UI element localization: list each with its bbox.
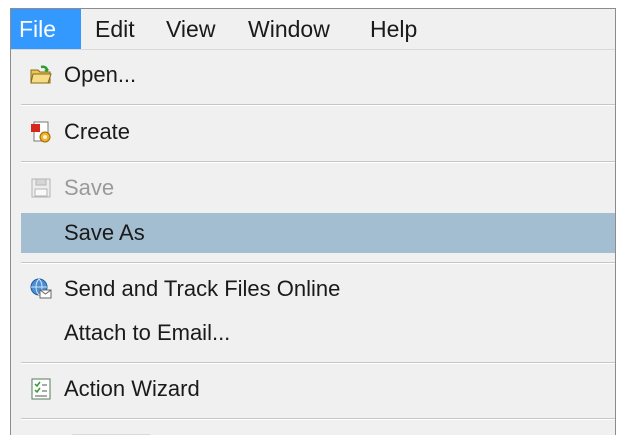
separator [21,418,615,420]
send-track-label: Send and Track Files Online [64,276,341,301]
checklist-icon [29,377,53,401]
menu-view[interactable]: View [158,9,223,49]
menu-item-save[interactable]: Save [21,168,615,208]
attach-email-label: Attach to Email... [64,320,231,345]
open-folder-icon [29,63,53,87]
save-as-label: Save As [64,220,145,245]
separator [21,262,615,264]
separator [21,161,615,163]
save-disk-icon [29,176,53,200]
file-menu-window: File Edit View Window Help Open... Creat… [10,8,616,435]
menu-item-action-wizard[interactable]: Action Wizard [21,369,615,409]
create-label: Create [64,119,131,144]
menu-item-open[interactable]: Open... [21,55,615,95]
menu-help[interactable]: Help [362,9,425,49]
menu-bar: File Edit View Window Help [11,9,615,50]
separator [21,362,615,364]
save-label: Save [64,175,115,200]
menu-edit[interactable]: Edit [87,9,143,49]
open-label: Open... [64,62,137,87]
menu-item-create[interactable]: Create [21,112,615,152]
menu-item-save-as[interactable]: Save As [21,213,615,253]
action-wizard-label: Action Wizard [64,376,200,401]
menu-item-send-track[interactable]: Send and Track Files Online [21,269,615,309]
menu-item-attach-email[interactable]: Attach to Email... [21,313,615,353]
menu-file[interactable]: File [11,9,81,49]
separator [21,104,615,106]
menu-window[interactable]: Window [240,9,338,49]
globe-envelope-icon [29,277,53,301]
create-pdf-icon [29,120,53,144]
